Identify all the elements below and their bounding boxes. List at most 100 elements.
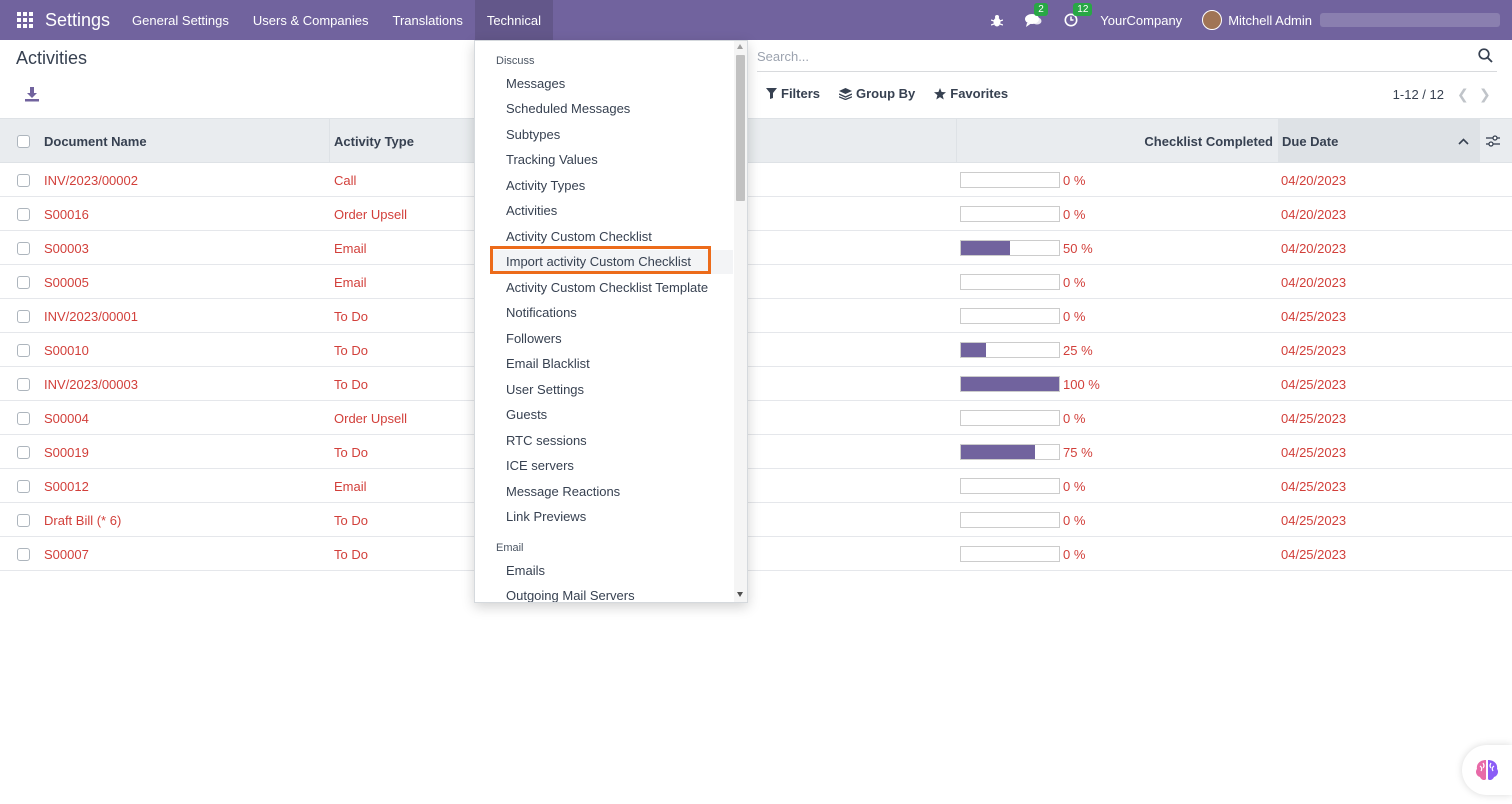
- menu-technical[interactable]: Technical: [474, 0, 554, 40]
- dropdown-item[interactable]: Message Reactions: [491, 479, 733, 503]
- table-row[interactable]: S00019 To Do 75 % 04/25/2023: [0, 435, 1512, 469]
- user-avatar[interactable]: [1202, 10, 1223, 30]
- activity-type-cell[interactable]: To Do: [334, 537, 368, 571]
- dropdown-scrollbar[interactable]: [734, 41, 747, 602]
- dropdown-item[interactable]: Email Blacklist: [491, 352, 733, 376]
- search-icon[interactable]: [1478, 48, 1493, 66]
- document-name-cell[interactable]: Draft Bill (* 6): [44, 503, 121, 537]
- scroll-down-arrow-icon[interactable]: [737, 592, 743, 597]
- table-row[interactable]: S00004 Order Upsell 0 % 04/25/2023: [0, 401, 1512, 435]
- row-checkbox[interactable]: [17, 479, 30, 493]
- row-checkbox[interactable]: [17, 547, 30, 561]
- due-date-cell[interactable]: 04/25/2023: [1281, 401, 1346, 435]
- document-name-cell[interactable]: INV/2023/00003: [44, 367, 138, 401]
- document-name-cell[interactable]: S00003: [44, 231, 89, 265]
- dropdown-item[interactable]: Followers: [491, 326, 733, 350]
- company-switcher[interactable]: YourCompany: [1100, 13, 1182, 28]
- dropdown-item[interactable]: Activity Custom Checklist Template: [491, 275, 733, 299]
- filters-button[interactable]: Filters: [766, 86, 820, 101]
- dropdown-item[interactable]: Guests: [491, 403, 733, 427]
- dropdown-item[interactable]: Scheduled Messages: [491, 97, 733, 121]
- due-date-cell[interactable]: 04/25/2023: [1281, 435, 1346, 469]
- table-row[interactable]: INV/2023/00001 To Do 0 % 04/25/2023: [0, 299, 1512, 333]
- activity-type-cell[interactable]: Email: [334, 469, 367, 503]
- due-date-cell[interactable]: 04/20/2023: [1281, 265, 1346, 299]
- due-date-cell[interactable]: 04/25/2023: [1281, 299, 1346, 333]
- dropdown-item[interactable]: Emails: [491, 558, 733, 582]
- row-checkbox[interactable]: [17, 241, 30, 255]
- activity-type-cell[interactable]: Order Upsell: [334, 197, 407, 231]
- activity-type-cell[interactable]: To Do: [334, 299, 368, 333]
- dropdown-item[interactable]: Subtypes: [491, 122, 733, 146]
- table-row[interactable]: S00012 Email 0 % 04/25/2023: [0, 469, 1512, 503]
- header-due-date[interactable]: Due Date: [1282, 119, 1338, 163]
- dropdown-item[interactable]: Activity Custom Checklist: [491, 224, 733, 248]
- menu-general-settings[interactable]: General Settings: [120, 0, 241, 40]
- bug-icon[interactable]: [991, 14, 1004, 27]
- app-brand[interactable]: Settings: [45, 10, 110, 31]
- document-name-cell[interactable]: INV/2023/00002: [44, 163, 138, 197]
- apps-grid-icon[interactable]: [17, 12, 33, 28]
- optional-columns-icon[interactable]: [1486, 119, 1500, 163]
- user-menu[interactable]: Mitchell Admin: [1228, 13, 1312, 28]
- menu-translations[interactable]: Translations: [381, 0, 475, 40]
- row-checkbox[interactable]: [17, 173, 30, 187]
- due-date-cell[interactable]: 04/20/2023: [1281, 231, 1346, 265]
- due-date-cell[interactable]: 04/20/2023: [1281, 163, 1346, 197]
- document-name-cell[interactable]: S00005: [44, 265, 89, 299]
- document-name-cell[interactable]: S00004: [44, 401, 89, 435]
- due-date-cell[interactable]: 04/20/2023: [1281, 197, 1346, 231]
- due-date-cell[interactable]: 04/25/2023: [1281, 469, 1346, 503]
- header-activity-type[interactable]: Activity Type: [334, 119, 414, 163]
- activity-type-cell[interactable]: Order Upsell: [334, 401, 407, 435]
- document-name-cell[interactable]: S00007: [44, 537, 89, 571]
- table-row[interactable]: INV/2023/00002 Call 0 % 04/20/2023: [0, 163, 1512, 197]
- table-row[interactable]: S00003 Email 50 % 04/20/2023: [0, 231, 1512, 265]
- header-document-name[interactable]: Document Name: [44, 119, 147, 163]
- table-row[interactable]: S00010 To Do 25 % 04/25/2023: [0, 333, 1512, 367]
- dropdown-item[interactable]: Messages: [491, 71, 733, 95]
- scroll-up-arrow-icon[interactable]: [737, 44, 743, 49]
- messages-icon[interactable]: 2: [1025, 3, 1048, 27]
- pager-next-icon[interactable]: ❯: [1479, 86, 1491, 103]
- table-row[interactable]: S00016 Order Upsell 0 % 04/20/2023: [0, 197, 1512, 231]
- dropdown-item[interactable]: Import activity Custom Checklist: [491, 249, 733, 274]
- menu-users-companies[interactable]: Users & Companies: [241, 0, 381, 40]
- due-date-cell[interactable]: 04/25/2023: [1281, 333, 1346, 367]
- sort-ascending-icon[interactable]: [1458, 119, 1469, 163]
- dropdown-item[interactable]: Link Previews: [491, 505, 733, 529]
- document-name-cell[interactable]: S00012: [44, 469, 89, 503]
- activity-type-cell[interactable]: To Do: [334, 503, 368, 537]
- dropdown-item[interactable]: Tracking Values: [491, 148, 733, 172]
- row-checkbox[interactable]: [17, 513, 30, 527]
- activity-type-cell[interactable]: Email: [334, 265, 367, 299]
- activity-type-cell[interactable]: Call: [334, 163, 356, 197]
- due-date-cell[interactable]: 04/25/2023: [1281, 537, 1346, 571]
- document-name-cell[interactable]: S00019: [44, 435, 89, 469]
- activity-type-cell[interactable]: To Do: [334, 367, 368, 401]
- download-icon[interactable]: [24, 86, 40, 102]
- assistant-brain-icon[interactable]: [1462, 745, 1512, 795]
- pager-previous-icon[interactable]: ❮: [1457, 86, 1469, 103]
- favorites-button[interactable]: Favorites: [934, 86, 1008, 101]
- activities-clock-icon[interactable]: 12: [1064, 3, 1093, 27]
- document-name-cell[interactable]: INV/2023/00001: [44, 299, 138, 333]
- table-row[interactable]: S00005 Email 0 % 04/20/2023: [0, 265, 1512, 299]
- dropdown-item[interactable]: Notifications: [491, 301, 733, 325]
- group-by-button[interactable]: Group By: [839, 86, 915, 101]
- row-checkbox[interactable]: [17, 343, 30, 357]
- pager-value[interactable]: 1-12 / 12: [1393, 87, 1444, 102]
- dropdown-item[interactable]: Activity Types: [491, 173, 733, 197]
- row-checkbox[interactable]: [17, 207, 30, 221]
- row-checkbox[interactable]: [17, 275, 30, 289]
- table-row[interactable]: S00007 To Do 0 % 04/25/2023: [0, 537, 1512, 571]
- dropdown-item[interactable]: User Settings: [491, 377, 733, 401]
- row-checkbox[interactable]: [17, 377, 30, 391]
- due-date-cell[interactable]: 04/25/2023: [1281, 503, 1346, 537]
- dropdown-item[interactable]: Activities: [491, 199, 733, 223]
- activity-type-cell[interactable]: Email: [334, 231, 367, 265]
- document-name-cell[interactable]: S00010: [44, 333, 89, 367]
- search-input[interactable]: [757, 42, 1457, 70]
- due-date-cell[interactable]: 04/25/2023: [1281, 367, 1346, 401]
- dropdown-item[interactable]: ICE servers: [491, 454, 733, 478]
